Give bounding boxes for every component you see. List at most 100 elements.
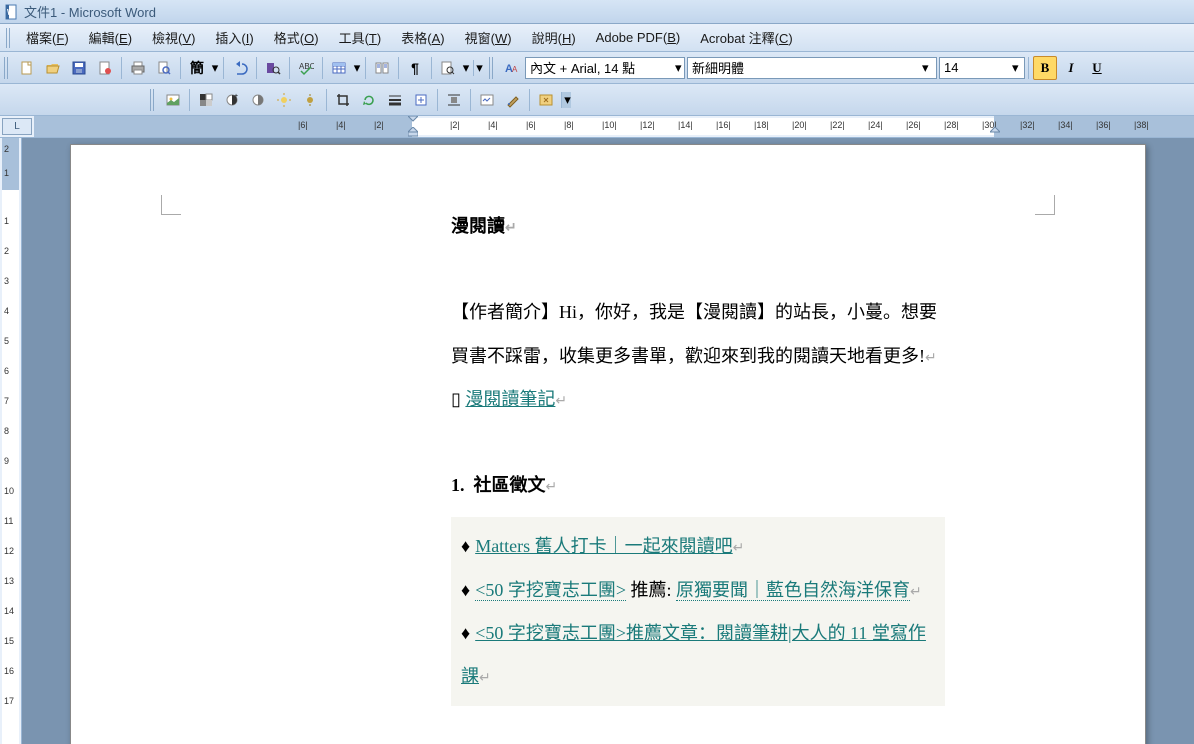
document-area[interactable]: 漫閱讀↵ 【作者簡介】Hi，你好，我是【漫閱讀】的站長，小蔓。想要買書不踩雷，收… bbox=[22, 138, 1194, 744]
doc-heading[interactable]: 1. 社區徵文↵ bbox=[451, 464, 945, 507]
size-input[interactable] bbox=[944, 58, 1012, 78]
crop-button[interactable] bbox=[331, 88, 355, 112]
window-title: 文件1 - Microsoft Word bbox=[24, 2, 156, 21]
doc-paragraph[interactable]: 【作者簡介】Hi，你好，我是【漫閱讀】的站長，小蔓。想要買書不踩雷，收集更多書單… bbox=[451, 291, 945, 377]
dropdown-icon[interactable]: ▾ bbox=[210, 60, 220, 76]
menu-bar: 檔案(F) 編輯(E) 檢視(V) 插入(I) 格式(O) 工具(T) 表格(A… bbox=[0, 24, 1194, 52]
chinese-convert-button[interactable]: 簡 bbox=[185, 56, 209, 80]
menu-window[interactable]: 視窗(W) bbox=[455, 24, 522, 51]
menu-insert[interactable]: 插入(I) bbox=[205, 24, 263, 51]
rotate-button[interactable] bbox=[357, 88, 381, 112]
separator bbox=[326, 89, 327, 111]
list-item[interactable]: ♦ Matters 舊人打卡｜一起來閱讀吧↵ bbox=[461, 525, 935, 568]
research-button[interactable] bbox=[261, 56, 285, 80]
more-brightness-button[interactable] bbox=[272, 88, 296, 112]
size-combo[interactable]: ▾ bbox=[939, 57, 1025, 79]
tab-selector[interactable]: L bbox=[2, 118, 32, 135]
separator bbox=[1028, 57, 1029, 79]
show-marks-button[interactable]: ¶ bbox=[403, 56, 427, 80]
print-button[interactable] bbox=[126, 56, 150, 80]
less-contrast-button[interactable] bbox=[246, 88, 270, 112]
save-button[interactable] bbox=[67, 56, 91, 80]
toolbar-grip[interactable] bbox=[150, 89, 156, 111]
table-button[interactable] bbox=[327, 56, 351, 80]
indent-marker-icon[interactable] bbox=[408, 127, 418, 137]
separator bbox=[365, 57, 366, 79]
link[interactable]: 漫閱讀筆記 bbox=[465, 389, 555, 409]
indent-marker-icon[interactable] bbox=[990, 127, 1000, 137]
text-wrap-button[interactable] bbox=[442, 88, 466, 112]
highlighted-box[interactable]: ♦ Matters 舊人打卡｜一起來閱讀吧↵ ♦ <50 字挖寶志工團> 推薦:… bbox=[451, 517, 945, 706]
word-doc-icon: W bbox=[4, 4, 20, 20]
toolbar-grip[interactable] bbox=[489, 57, 495, 79]
style-input[interactable] bbox=[530, 58, 675, 78]
separator bbox=[121, 57, 122, 79]
doc-title[interactable]: 漫閱讀↵ bbox=[451, 205, 945, 248]
separator bbox=[180, 57, 181, 79]
link[interactable]: <50 字挖寶志工團> bbox=[475, 580, 626, 601]
compress-button[interactable] bbox=[409, 88, 433, 112]
italic-button[interactable]: I bbox=[1059, 56, 1083, 80]
menu-view[interactable]: 檢視(V) bbox=[142, 24, 205, 51]
toolbar-options-icon[interactable]: ▾ bbox=[473, 60, 483, 76]
svg-text:ABC: ABC bbox=[299, 62, 314, 71]
link[interactable]: <50 字挖寶志工團>推薦文章：閱讀筆耕|大人的 11 堂寫作課 bbox=[461, 623, 926, 686]
separator bbox=[189, 89, 190, 111]
zoom-button[interactable] bbox=[436, 56, 460, 80]
dropdown-icon[interactable]: ▾ bbox=[461, 60, 471, 76]
menu-format[interactable]: 格式(O) bbox=[264, 24, 329, 51]
list-item[interactable]: ♦ <50 字挖寶志工團> 推薦: 原獨要聞｜藍色自然海洋保育↵ bbox=[461, 569, 935, 612]
margin-mark-icon bbox=[161, 195, 181, 215]
vertical-ruler[interactable]: 2 1 1 2 3 4 5 6 7 8 9 10 11 12 13 14 15 … bbox=[0, 138, 22, 744]
columns-button[interactable] bbox=[370, 56, 394, 80]
dropdown-icon[interactable]: ▾ bbox=[675, 60, 682, 76]
separator bbox=[223, 57, 224, 79]
transparent-button[interactable] bbox=[501, 88, 525, 112]
ruler-area: L |6| |4| |2| |2| |4| |6| |8| |10| |12| … bbox=[0, 116, 1194, 138]
list-item[interactable]: ♦ <50 字挖寶志工團>推薦文章：閱讀筆耕|大人的 11 堂寫作課↵ bbox=[461, 612, 935, 698]
color-button[interactable] bbox=[194, 88, 218, 112]
font-input[interactable] bbox=[692, 58, 922, 78]
print-preview-button[interactable] bbox=[152, 56, 176, 80]
less-brightness-button[interactable] bbox=[298, 88, 322, 112]
spelling-button[interactable]: ABC bbox=[294, 56, 318, 80]
menu-edit[interactable]: 編輯(E) bbox=[79, 24, 142, 51]
dropdown-icon[interactable]: ▾ bbox=[1012, 60, 1019, 76]
svg-text:W: W bbox=[7, 8, 15, 17]
dropdown-icon[interactable]: ▾ bbox=[352, 60, 362, 76]
toolbar-grip[interactable] bbox=[6, 28, 12, 48]
document-content[interactable]: 漫閱讀↵ 【作者簡介】Hi，你好，我是【漫閱讀】的站長，小蔓。想要買書不踩雷，收… bbox=[451, 205, 955, 706]
toolbar-options-icon[interactable]: ▾ bbox=[561, 92, 571, 108]
style-combo[interactable]: ▾ bbox=[525, 57, 685, 79]
new-button[interactable] bbox=[15, 56, 39, 80]
page[interactable]: 漫閱讀↵ 【作者簡介】Hi，你好，我是【漫閱讀】的站長，小蔓。想要買書不踩雷，收… bbox=[70, 144, 1146, 744]
indent-marker-icon[interactable] bbox=[408, 116, 418, 126]
format-picture-button[interactable] bbox=[475, 88, 499, 112]
dropdown-icon[interactable]: ▾ bbox=[922, 60, 929, 76]
menu-file[interactable]: 檔案(F) bbox=[16, 24, 79, 51]
bold-button[interactable]: B bbox=[1033, 56, 1057, 80]
link[interactable]: Matters 舊人打卡｜一起來閱讀吧 bbox=[475, 536, 732, 556]
menu-help[interactable]: 說明(H) bbox=[522, 24, 586, 51]
line-style-button[interactable] bbox=[383, 88, 407, 112]
menu-adobe-pdf[interactable]: Adobe PDF(B) bbox=[586, 26, 691, 49]
link[interactable]: 原獨要聞｜藍色自然海洋保育 bbox=[676, 580, 910, 601]
menu-acrobat[interactable]: Acrobat 注釋(C) bbox=[690, 24, 803, 51]
more-contrast-button[interactable]: + bbox=[220, 88, 244, 112]
underline-button[interactable]: U bbox=[1085, 56, 1109, 80]
undo-button[interactable] bbox=[228, 56, 252, 80]
separator bbox=[470, 89, 471, 111]
horizontal-ruler[interactable]: |6| |4| |2| |2| |4| |6| |8| |10| |12| |1… bbox=[34, 116, 1194, 137]
font-combo[interactable]: ▾ bbox=[687, 57, 937, 79]
insert-picture-button[interactable] bbox=[161, 88, 185, 112]
open-button[interactable] bbox=[41, 56, 65, 80]
styles-button[interactable]: AA bbox=[500, 56, 524, 80]
toolbar-grip[interactable] bbox=[4, 57, 10, 79]
menu-table[interactable]: 表格(A) bbox=[391, 24, 454, 51]
title-bar: W 文件1 - Microsoft Word bbox=[0, 0, 1194, 24]
permissions-button[interactable] bbox=[93, 56, 117, 80]
menu-tools[interactable]: 工具(T) bbox=[329, 24, 392, 51]
reset-picture-button[interactable] bbox=[534, 88, 558, 112]
workspace: 2 1 1 2 3 4 5 6 7 8 9 10 11 12 13 14 15 … bbox=[0, 138, 1194, 744]
doc-paragraph[interactable]: ▯ 漫閱讀筆記↵ bbox=[451, 378, 945, 421]
